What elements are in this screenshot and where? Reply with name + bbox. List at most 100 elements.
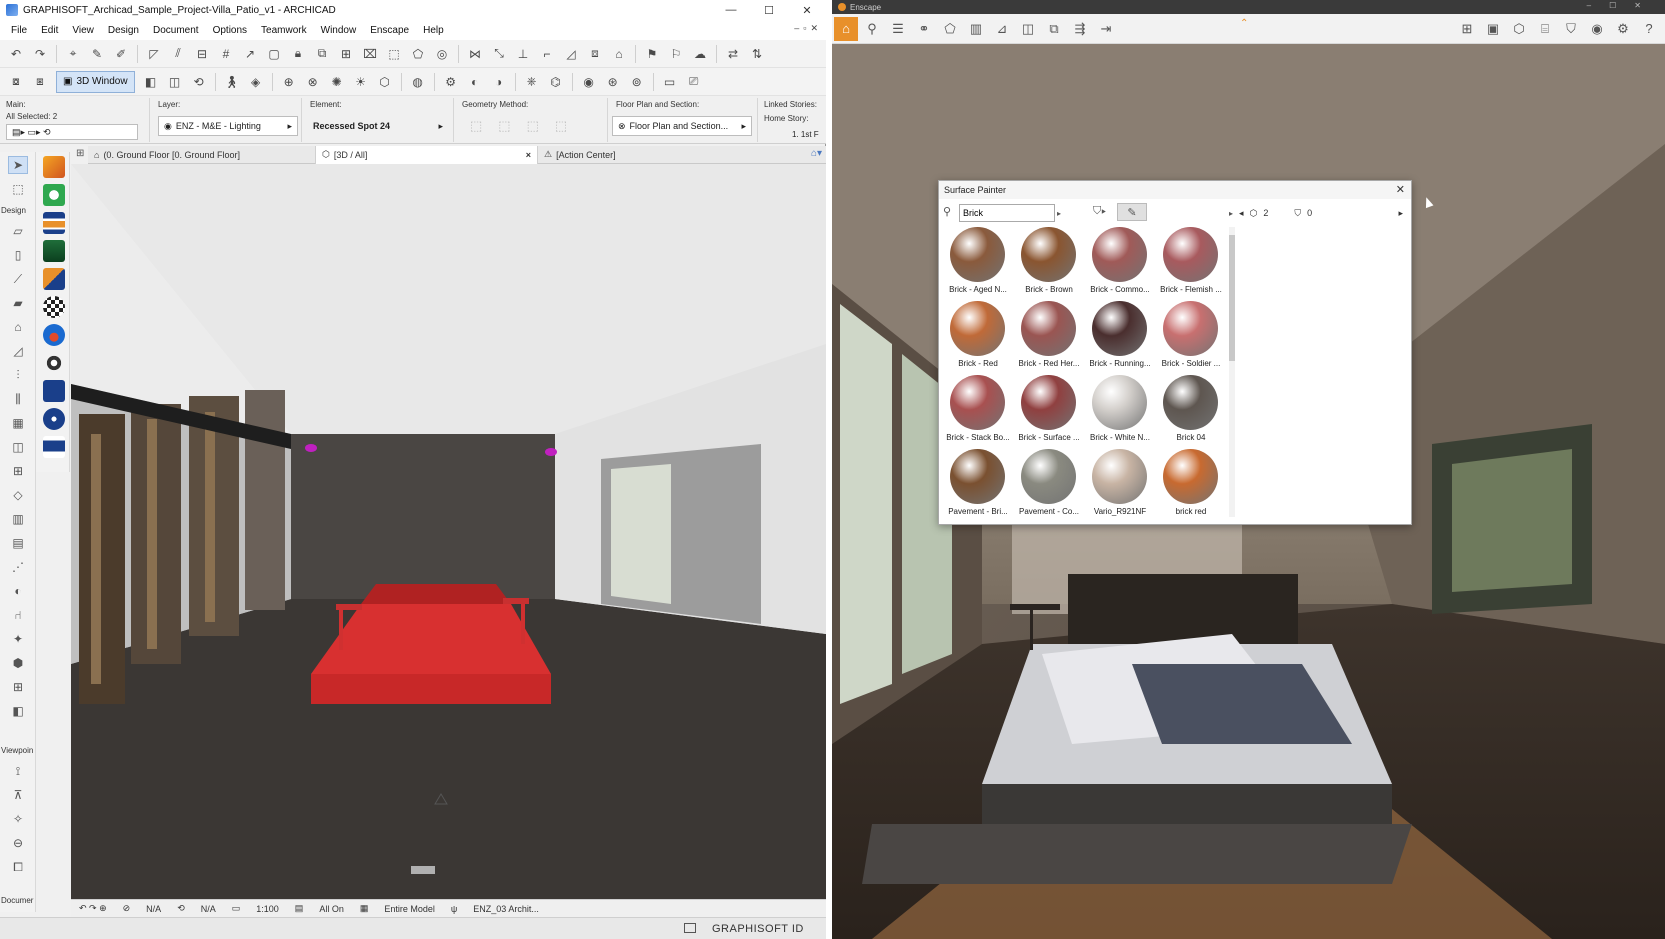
perspective-icon[interactable]: ◧ xyxy=(141,72,161,92)
menu-view[interactable]: View xyxy=(65,25,101,36)
close-icon[interactable]: ✕ xyxy=(1396,183,1405,196)
menu-help[interactable]: Help xyxy=(416,25,451,36)
skylight-tool-icon[interactable]: ◇ xyxy=(8,486,28,504)
zoom-icon[interactable]: ⊘ xyxy=(115,903,139,914)
marquee-select-icon[interactable]: ⬚ xyxy=(8,180,28,198)
selection-tools[interactable]: ▤▸ ▭▸ ⟲ xyxy=(6,124,138,140)
split-icon[interactable]: ⋈ xyxy=(465,44,485,64)
chevron-right-icon[interactable]: ▸ xyxy=(1229,209,1233,218)
menu-file[interactable]: File xyxy=(4,25,34,36)
light-source-icon[interactable]: ✺ xyxy=(327,72,347,92)
pet-palette-icon[interactable]: ⌖ xyxy=(63,44,83,64)
teamwork-icon[interactable]: ⇄ xyxy=(723,44,743,64)
bim-icon[interactable]: ☰ xyxy=(886,17,910,41)
eye-view-icon[interactable]: ◉ xyxy=(1585,17,1609,41)
menu-design[interactable]: Design xyxy=(101,25,146,36)
geometry-buttons[interactable]: ⬚⬚⬚⬚ xyxy=(470,118,583,134)
asset-library-icon[interactable]: ⚲ xyxy=(860,17,884,41)
material-tile[interactable]: Brick - Red Her... xyxy=(1016,301,1082,373)
material-tile[interactable]: brick red xyxy=(1158,449,1224,521)
tab-action-center[interactable]: ⚠ [Action Center] xyxy=(538,146,738,164)
intersect-icon[interactable]: ⊥ xyxy=(513,44,533,64)
video-editor-icon[interactable]: ⇶ xyxy=(1068,17,1092,41)
enscape-views-icon[interactable] xyxy=(43,212,65,234)
3d-window-button[interactable]: ▣ 3D Window xyxy=(56,70,135,93)
column-tool-icon[interactable]: ▯ xyxy=(8,246,28,264)
cursor-snap-icon[interactable]: ↗ xyxy=(240,44,260,64)
eyedropper-icon[interactable]: ✎ xyxy=(87,44,107,64)
railing-tool-icon[interactable]: ⫼ xyxy=(8,390,28,408)
slab-tool-icon[interactable]: ▰ xyxy=(8,294,28,312)
object-tool-icon[interactable]: ▥ xyxy=(8,510,28,528)
batch-render-icon[interactable]: ⧉ xyxy=(1042,17,1066,41)
opening-tool-icon[interactable]: ◧ xyxy=(8,702,28,720)
chevron-right-icon[interactable]: ▸ xyxy=(1057,209,1061,218)
graphisoft-id-button[interactable]: GRAPHISOFT ID xyxy=(712,923,804,935)
flag-icon[interactable]: ⚑ xyxy=(642,44,662,64)
lock-icon[interactable]: 🔒︎ xyxy=(288,44,308,64)
trim-icon[interactable]: ⌧ xyxy=(360,44,380,64)
home-story-value[interactable]: 1. 1st F xyxy=(792,130,819,139)
elevation-tool-icon[interactable]: ⊼ xyxy=(8,786,28,804)
tab-ground-floor[interactable]: ⌂ (0. Ground Floor [0. Ground Floor] xyxy=(88,145,316,164)
material-scrollbar[interactable] xyxy=(1229,227,1235,517)
info-tag-icon[interactable]: ⎚ xyxy=(684,72,704,92)
grid-system-icon[interactable]: ⊞ xyxy=(8,678,28,696)
close-icon[interactable]: ✕ xyxy=(788,0,826,20)
menu-options[interactable]: Options xyxy=(206,25,254,36)
mdi-controls[interactable]: –▫✕ xyxy=(794,23,822,34)
chair-object-icon[interactable]: ⑁ xyxy=(8,606,28,624)
chevron-right-icon[interactable]: ▸ xyxy=(1398,208,1403,219)
wall-tool-icon[interactable]: ▱ xyxy=(8,222,28,240)
export-icon[interactable]: ⇥ xyxy=(1094,17,1118,41)
redo-icon[interactable]: ↷ xyxy=(30,44,50,64)
arrow-select-icon[interactable]: ➤ xyxy=(8,156,28,174)
enscape-start-icon[interactable] xyxy=(43,156,65,178)
map-icon[interactable]: ⊞ xyxy=(1455,17,1479,41)
morph-tool-icon[interactable]: ◐ xyxy=(8,582,28,600)
model-value[interactable]: Entire Model xyxy=(376,904,443,914)
syringe-icon[interactable]: ✐ xyxy=(111,44,131,64)
tab-3d-all[interactable]: ⬡ [3D / All] × xyxy=(316,145,538,164)
upload-icon[interactable]: ⛉ xyxy=(1559,17,1583,41)
chevron-left-icon[interactable]: ◂ xyxy=(1239,208,1244,219)
marquee-icon[interactable]: ⬚ xyxy=(384,44,404,64)
cloud-icon[interactable]: ☁ xyxy=(690,44,710,64)
shading-icon[interactable]: ◐ xyxy=(465,72,485,92)
scrollbar-thumb[interactable] xyxy=(1229,235,1235,361)
home-icon[interactable]: ⌂ xyxy=(834,16,858,41)
undo-icon[interactable]: ↶ xyxy=(6,44,26,64)
section-tool-icon[interactable]: ⟟ xyxy=(8,762,28,780)
contour-icon[interactable]: ◑ xyxy=(489,72,509,92)
material-tile[interactable]: Pavement - Co... xyxy=(1016,449,1082,521)
material-tile[interactable]: Brick - White N... xyxy=(1087,375,1153,447)
material-tile[interactable]: Brick - Stack Bo... xyxy=(945,375,1011,447)
enscape-upload-icon[interactable] xyxy=(43,324,65,346)
material-tile[interactable]: Brick - Red xyxy=(945,301,1011,373)
layer-select[interactable]: ◉ ENZ - M&E - Lighting ▸ xyxy=(158,116,298,136)
mesh-tool-icon[interactable]: ⋰ xyxy=(8,558,28,576)
marker-icon[interactable]: ⬡ xyxy=(375,72,395,92)
render-settings-icon[interactable]: ⌬ xyxy=(546,72,566,92)
enscape-info-icon[interactable] xyxy=(43,408,65,430)
menu-enscape[interactable]: Enscape xyxy=(363,25,416,36)
door-tool-icon[interactable]: ◫ xyxy=(8,438,28,456)
floorplan-select[interactable]: ⊗ Floor Plan and Section... ▸ xyxy=(612,116,752,136)
resize-icon[interactable]: ⧈ xyxy=(585,44,605,64)
menu-teamwork[interactable]: Teamwork xyxy=(254,25,314,36)
material-tile[interactable]: Brick - Surface ... xyxy=(1016,375,1082,447)
explore-icon[interactable]: ◈ xyxy=(246,72,266,92)
enscape-feedback-icon[interactable] xyxy=(43,380,65,402)
tab-navigator-icon[interactable]: ⌂▾ xyxy=(811,148,822,159)
orbit-icon[interactable]: ⟲ xyxy=(189,72,209,92)
grid-icon[interactable]: # xyxy=(216,44,236,64)
beam-tool-icon[interactable]: ⟋ xyxy=(8,270,28,288)
enscape-cart-icon[interactable] xyxy=(43,436,65,458)
material-tile[interactable]: Brick - Aged N... xyxy=(945,227,1011,299)
send-receive-icon[interactable]: ⇅ xyxy=(747,44,767,64)
tab-grid-icon[interactable]: ⊞ xyxy=(76,148,84,159)
buildings-icon[interactable]: ▥ xyxy=(964,17,988,41)
menu-window[interactable]: Window xyxy=(314,25,364,36)
eyedropper-tool-icon[interactable]: ✎ xyxy=(1117,203,1147,221)
element-select[interactable]: Recessed Spot 24 ▸ xyxy=(308,116,448,136)
